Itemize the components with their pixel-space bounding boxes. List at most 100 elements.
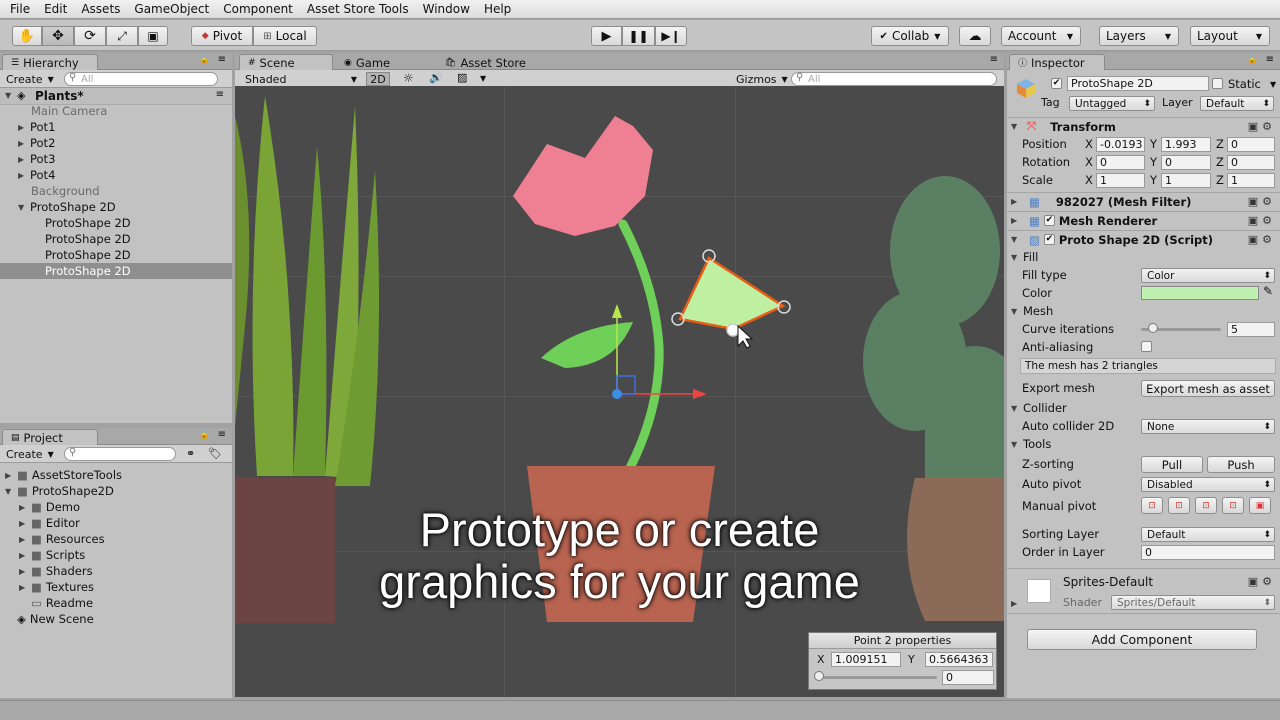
collider-section[interactable]: ▼ Collider — [1007, 399, 1280, 417]
list-item[interactable]: ▶ ■ AssetStoreTools — [5, 467, 122, 483]
layers-dropdown[interactable]: Layers ▼ — [1099, 26, 1179, 46]
tab-scene[interactable]: # Scene — [239, 54, 333, 70]
panel-menu-icon[interactable]: ≡ — [1266, 54, 1274, 65]
export-mesh-button[interactable]: Export mesh as asset — [1141, 380, 1275, 397]
mesh-renderer-header[interactable]: ▶ ▦ ✔ Mesh Renderer ▣⚙ — [1007, 211, 1280, 229]
sorting-layer-dropdown[interactable]: Default — [1141, 527, 1275, 542]
scene-search-input[interactable]: All — [791, 72, 997, 86]
pivot-right-button[interactable]: ⊡ — [1168, 497, 1190, 514]
lighting-icon[interactable]: ☼ — [403, 71, 414, 85]
list-item[interactable]: ProtoShape 2D — [45, 215, 131, 231]
expand-icon[interactable]: ▶ — [1011, 197, 1023, 206]
expand-icon[interactable]: ▶ — [19, 535, 31, 544]
list-item[interactable]: ▶ Pot3 — [18, 151, 55, 167]
pause-button[interactable]: ❚❚ — [622, 26, 655, 46]
hierarchy-search-input[interactable]: All — [64, 72, 218, 86]
shader-dropdown[interactable]: Sprites/Default — [1111, 595, 1275, 610]
cloud-button[interactable]: ☁ — [959, 26, 991, 46]
position-z-field[interactable]: 0 — [1227, 137, 1275, 152]
component-settings-icon[interactable]: ▣⚙ — [1248, 120, 1276, 133]
rect-tool-button[interactable]: ▣ — [138, 26, 168, 46]
2d-mode-toggle[interactable]: 2D — [366, 72, 390, 86]
list-item[interactable]: ▶ ■ Scripts — [19, 547, 85, 563]
pivot-center-button[interactable]: ▣ — [1249, 497, 1271, 514]
color-swatch[interactable] — [1141, 286, 1259, 300]
effects-caret-icon[interactable]: ▼ — [480, 74, 486, 83]
tools-section[interactable]: ▼ Tools — [1007, 435, 1280, 453]
collab-dropdown[interactable]: ✔ Collab ▼ — [871, 26, 949, 46]
move-tool-button[interactable]: ✥ — [42, 26, 74, 46]
panel-menu-icon[interactable]: ≡ — [218, 429, 226, 440]
local-toggle[interactable]: ⊞ Local — [253, 26, 317, 46]
object-name-field[interactable]: ProtoShape 2D — [1067, 76, 1209, 91]
rotation-y-field[interactable]: 0 — [1161, 155, 1211, 170]
expand-icon[interactable]: ▼ — [18, 203, 30, 212]
pivot-left-button[interactable]: ⊡ — [1222, 497, 1244, 514]
menu-help[interactable]: Help — [477, 2, 518, 16]
script-header[interactable]: ▼ ▧ ✔ Proto Shape 2D (Script) ▣⚙ — [1007, 230, 1280, 248]
shading-mode-dropdown[interactable]: Shaded ▼ — [245, 72, 357, 86]
audio-icon[interactable]: 🔊 — [429, 71, 443, 84]
expand-icon[interactable]: ▼ — [5, 487, 17, 496]
component-settings-icon[interactable]: ▣⚙ — [1248, 195, 1276, 208]
scale-tool-button[interactable]: ⤢ — [106, 26, 138, 46]
expand-icon[interactable]: ▶ — [18, 155, 30, 164]
rotation-x-field[interactable]: 0 — [1096, 155, 1145, 170]
filter-type-icon[interactable]: ⚭ — [186, 447, 195, 460]
project-create-dropdown[interactable]: Create ▼ — [6, 447, 54, 461]
point-slider-field[interactable]: 0 — [942, 670, 994, 685]
point-y-field[interactable]: 0.5664363 — [925, 652, 993, 667]
list-item[interactable]: ▶ Pot2 — [18, 135, 55, 151]
curve-iterations-handle[interactable] — [1148, 323, 1158, 333]
tab-game[interactable]: ◉ Game — [335, 54, 405, 70]
fill-section[interactable]: ▼ Fill — [1007, 248, 1280, 266]
expand-icon[interactable]: ▼ — [1011, 307, 1023, 316]
mesh-filter-header[interactable]: ▶ ▦ 982027 (Mesh Filter) ▣⚙ — [1007, 192, 1280, 210]
list-item[interactable]: ▶ ■ Shaders — [19, 563, 93, 579]
script-checkbox[interactable]: ✔ — [1043, 234, 1055, 245]
gizmos-dropdown[interactable]: Gizmos ▼ — [736, 72, 788, 86]
project-search-input[interactable] — [64, 447, 176, 461]
expand-icon[interactable]: ▶ — [1011, 599, 1023, 608]
position-x-field[interactable]: -0.0193 — [1096, 137, 1145, 152]
list-item[interactable]: ProtoShape 2D — [45, 231, 131, 247]
pull-button[interactable]: Pull — [1141, 456, 1203, 473]
menu-window[interactable]: Window — [416, 2, 477, 16]
active-checkbox[interactable]: ✔ — [1051, 78, 1062, 89]
list-item[interactable]: ▼ ■ ProtoShape2D — [5, 483, 114, 499]
list-item[interactable]: ProtoShape 2D — [45, 247, 131, 263]
expand-icon[interactable]: ▼ — [1011, 440, 1023, 449]
static-caret-icon[interactable]: ▼ — [1270, 80, 1276, 89]
list-item[interactable]: ▶ ■ Resources — [19, 531, 105, 547]
filter-label-icon[interactable]: 🏷 — [208, 447, 222, 460]
point-slider-track[interactable] — [819, 676, 937, 679]
rotate-tool-button[interactable]: ⟳ — [74, 26, 106, 46]
lock-icon[interactable]: 🔒 — [1247, 55, 1258, 65]
layout-dropdown[interactable]: Layout ▼ — [1190, 26, 1270, 46]
point-slider-handle[interactable] — [814, 671, 824, 681]
list-item[interactable]: ▶ ■ Demo — [19, 499, 80, 515]
mesh-renderer-checkbox[interactable]: ✔ — [1043, 215, 1055, 226]
pivot-toggle[interactable]: ◆ Pivot — [191, 26, 253, 46]
list-item[interactable]: ▼ ProtoShape 2D — [18, 199, 116, 215]
expand-icon[interactable]: ▶ — [19, 503, 31, 512]
list-item[interactable]: ▶ Pot4 — [18, 167, 55, 183]
tab-inspector[interactable]: ⓘ Inspector — [1009, 54, 1105, 70]
rotation-z-field[interactable]: 0 — [1227, 155, 1275, 170]
panel-menu-icon[interactable]: ≡ — [990, 54, 998, 65]
expand-icon[interactable]: ▶ — [19, 583, 31, 592]
step-button[interactable]: ▶❙ — [655, 26, 687, 46]
list-item-selected[interactable]: ProtoShape 2D — [45, 263, 131, 279]
scene-viewport[interactable]: Prototype or create graphics for your ga… — [235, 86, 1004, 697]
list-item[interactable]: ▶ Pot1 — [18, 119, 55, 135]
scene-menu-icon[interactable]: ≡ — [216, 89, 224, 100]
expand-icon[interactable]: ▶ — [5, 471, 17, 480]
menu-assets[interactable]: Assets — [74, 2, 127, 16]
expand-icon[interactable]: ▶ — [18, 123, 30, 132]
account-dropdown[interactable]: Account ▼ — [1001, 26, 1081, 46]
order-in-layer-field[interactable]: 0 — [1141, 545, 1275, 560]
expand-icon[interactable]: ▼ — [1011, 235, 1023, 244]
expand-icon[interactable]: ▼ — [1011, 404, 1023, 413]
component-settings-icon[interactable]: ▣⚙ — [1248, 575, 1276, 588]
scale-z-field[interactable]: 1 — [1227, 173, 1275, 188]
